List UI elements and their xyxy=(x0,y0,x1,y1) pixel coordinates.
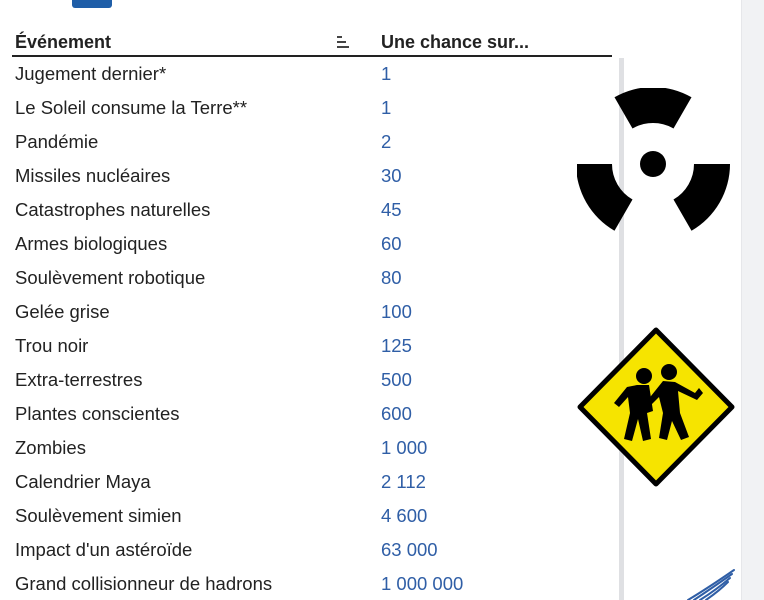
odds-cell: 60 xyxy=(381,233,402,254)
event-cell: Le Soleil consume la Terre** xyxy=(15,97,248,118)
event-cell: Missiles nucléaires xyxy=(15,165,171,186)
odds-cell: 30 xyxy=(381,165,402,186)
odds-cell: 1 000 xyxy=(381,437,428,458)
table-row[interactable]: Pandémie 2 xyxy=(12,126,618,160)
table-body: Jugement dernier* 1 Le Soleil consume la T… xyxy=(12,58,618,600)
table-row[interactable]: Jugement dernier* 1 xyxy=(12,58,618,92)
title-fragment xyxy=(72,0,112,8)
event-cell: Grand collisionneur de hadrons xyxy=(15,573,273,594)
odds-cell: 4 600 xyxy=(381,505,428,526)
table-row[interactable]: Calendrier Maya 2 112 xyxy=(12,466,618,500)
odds-cell: 1 xyxy=(381,97,392,118)
odds-cell: 2 112 xyxy=(381,471,426,492)
odds-cell: 80 xyxy=(381,267,402,288)
table-row[interactable]: Soulèvement simien 4 600 xyxy=(12,500,618,534)
odds-cell: 500 xyxy=(381,369,412,390)
header-odds[interactable]: Une chance sur... xyxy=(381,32,529,53)
event-cell: Pandémie xyxy=(15,131,99,152)
odds-table: Événement Une chance sur... Jugement der… xyxy=(12,31,624,600)
table-row[interactable]: Gelée grise 100 xyxy=(12,296,618,330)
table-row[interactable]: Impact d'un astéroïde 63 000 xyxy=(12,534,618,568)
table-row[interactable]: Armes biologiques 60 xyxy=(12,228,618,262)
odds-cell: 125 xyxy=(381,335,412,356)
event-cell: Calendrier Maya xyxy=(15,471,151,492)
table-row[interactable]: Extra-terrestres 500 xyxy=(12,364,618,398)
sort-icon[interactable] xyxy=(337,36,349,48)
event-cell: Soulèvement robotique xyxy=(15,267,206,288)
event-cell: Extra-terrestres xyxy=(15,369,143,390)
event-cell: Soulèvement simien xyxy=(15,505,182,526)
table-row[interactable]: Plantes conscientes 600 xyxy=(12,398,618,432)
odds-cell: 1 xyxy=(381,63,392,84)
event-cell: Armes biologiques xyxy=(15,233,168,254)
event-cell: Zombies xyxy=(15,437,86,458)
radiation-icon xyxy=(577,88,731,231)
header-event[interactable]: Événement xyxy=(15,32,111,53)
table-row[interactable]: Soulèvement robotique 80 xyxy=(12,262,618,296)
table-row[interactable]: Le Soleil consume la Terre** 1 xyxy=(12,92,618,126)
table-row[interactable]: Missiles nucléaires 30 xyxy=(12,160,618,194)
logo-icon xyxy=(687,569,735,600)
zombie-warning-icon xyxy=(577,327,735,487)
odds-cell: 1 000 000 xyxy=(381,573,464,594)
event-cell: Plantes conscientes xyxy=(15,403,180,424)
odds-cell: 100 xyxy=(381,301,412,322)
side-panel xyxy=(741,0,764,600)
table-header: Événement Une chance sur... xyxy=(12,31,612,57)
table-row[interactable]: Trou noir 125 xyxy=(12,330,618,364)
event-cell: Jugement dernier* xyxy=(15,63,167,84)
odds-cell: 45 xyxy=(381,199,402,220)
odds-cell: 600 xyxy=(381,403,412,424)
odds-cell: 63 000 xyxy=(381,539,438,560)
odds-cell: 2 xyxy=(381,131,392,152)
event-cell: Impact d'un astéroïde xyxy=(15,539,193,560)
table-row[interactable]: Grand collisionneur de hadrons 1 000 000 xyxy=(12,568,618,600)
table-row[interactable]: Zombies 1 000 xyxy=(12,432,618,466)
table-row[interactable]: Catastrophes naturelles 45 xyxy=(12,194,618,228)
event-cell: Trou noir xyxy=(15,335,89,356)
event-cell: Gelée grise xyxy=(15,301,110,322)
event-cell: Catastrophes naturelles xyxy=(15,199,211,220)
